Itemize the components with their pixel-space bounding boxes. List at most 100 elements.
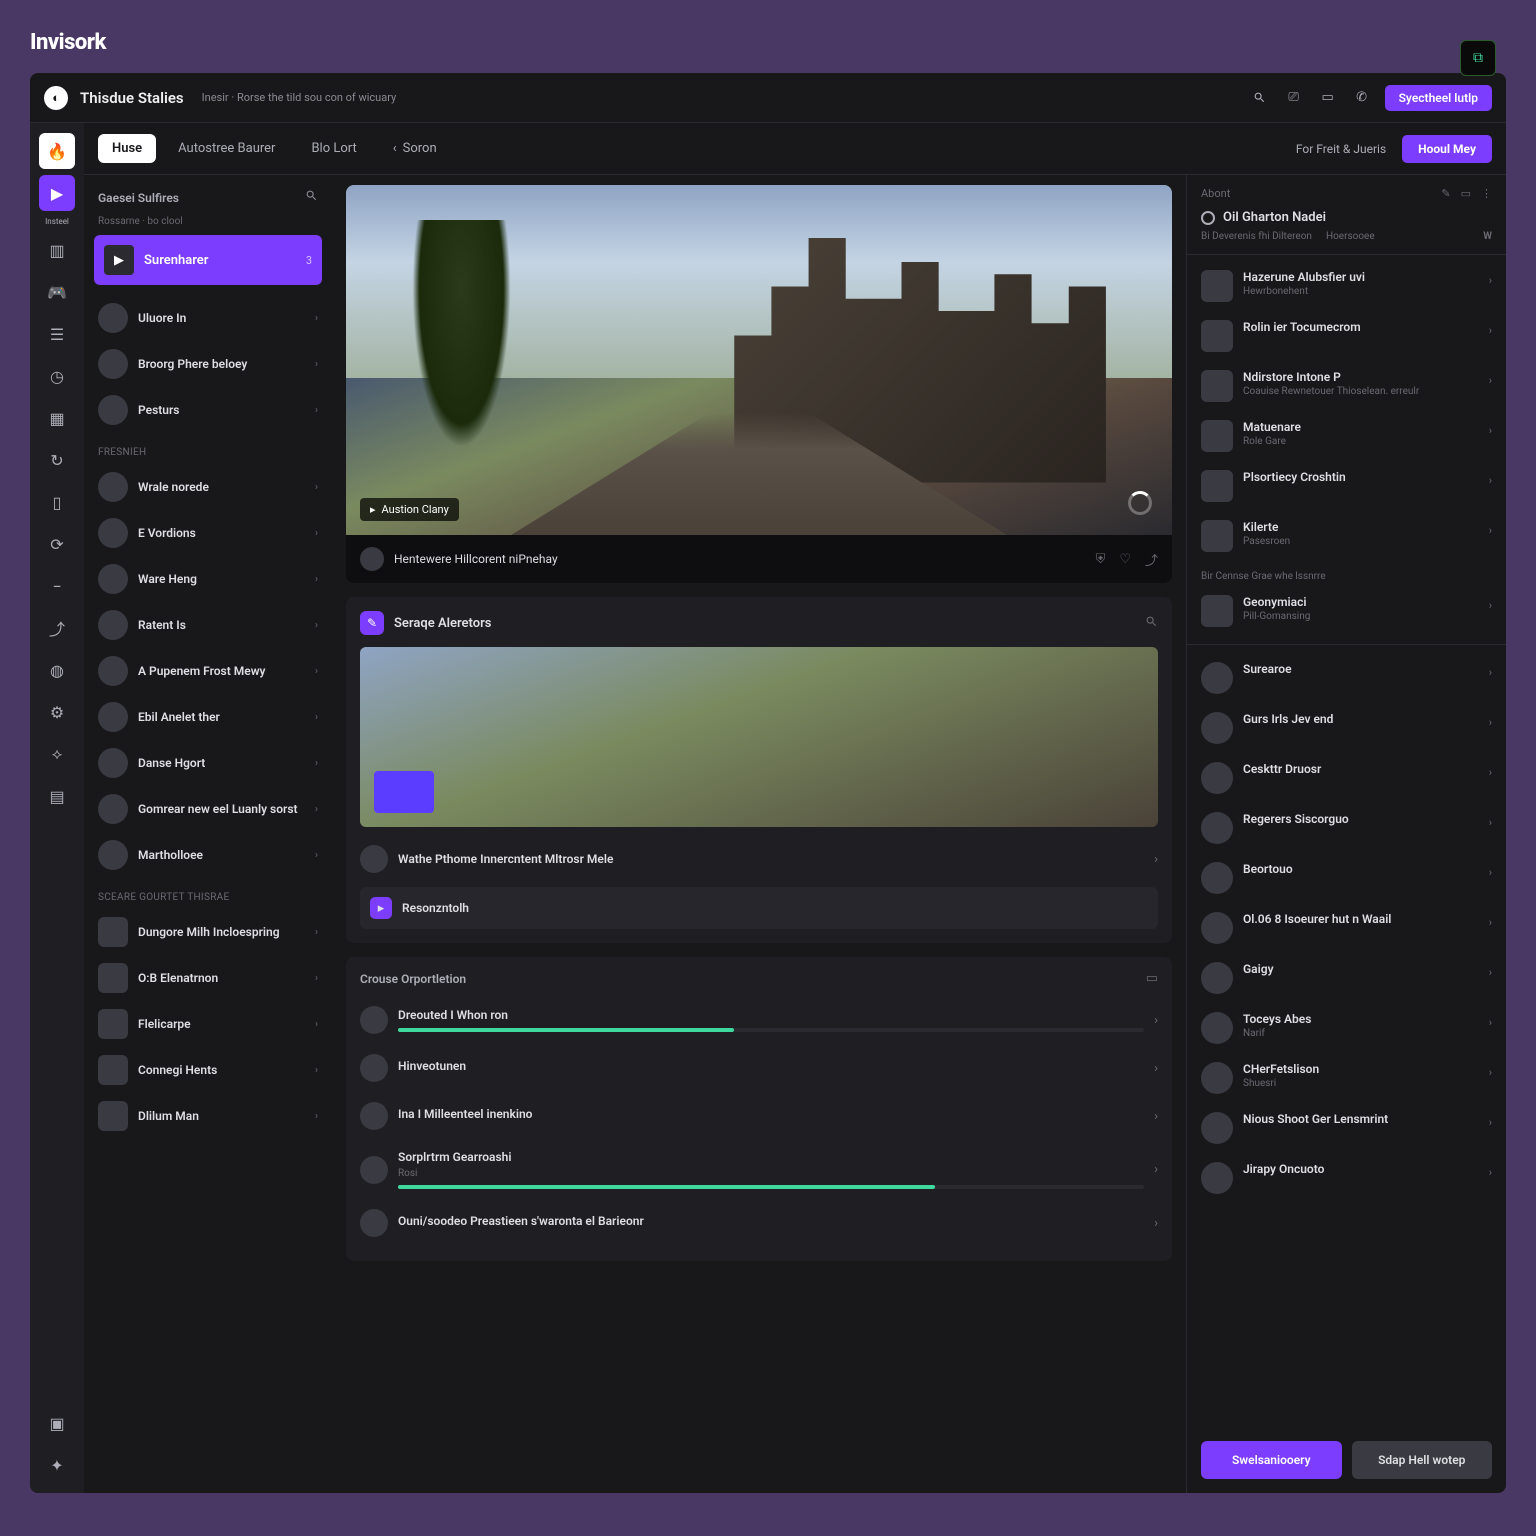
channel-item[interactable]: Uluore In ›	[84, 295, 332, 341]
rail-cog-icon[interactable]: ⚙	[39, 694, 75, 730]
tabs-link[interactable]: For Freit & Jueris	[1296, 142, 1386, 156]
right-item-avatar	[1201, 762, 1233, 794]
channel-item[interactable]: Dlilum Man ›	[84, 1093, 332, 1139]
progress-row[interactable]: Dreouted I Whon ron ›	[360, 996, 1158, 1044]
tab-3[interactable]: ‹ Soron	[379, 134, 451, 163]
right-list-item[interactable]: Plsortiecy Croshtin ›	[1187, 461, 1506, 511]
rail-grid-icon[interactable]: ▦	[39, 400, 75, 436]
channel-item[interactable]: Pesturs ›	[84, 387, 332, 433]
right-list-item[interactable]: Beortouo ›	[1187, 853, 1506, 903]
rail-active-icon[interactable]: ▶	[39, 175, 75, 211]
channel-item[interactable]: Gomrear new eel Luanly sorst ›	[84, 786, 332, 832]
right-list-item[interactable]: Regerers Siscorguo ›	[1187, 803, 1506, 853]
right-list-item[interactable]: Gaigy ›	[1187, 953, 1506, 1003]
right-list-item[interactable]: Jirapy Oncuoto ›	[1187, 1153, 1506, 1203]
hero-player[interactable]: ▸ Austion Clany Hentewere Hillcorent niP…	[346, 185, 1172, 583]
right-list-item[interactable]: Nious Shoot Ger Lensmrint ›	[1187, 1103, 1506, 1153]
chevron-icon: ›	[1489, 766, 1492, 779]
right-list-item[interactable]: Gurs Irls Jev end ›	[1187, 703, 1506, 753]
right-subtab-1[interactable]: Hoersooee	[1326, 231, 1375, 242]
rail-game-icon[interactable]: 🎮	[39, 274, 75, 310]
right-list-item[interactable]: GeonymiaciPill-Gomansing ›	[1187, 586, 1506, 636]
rail-loop-icon[interactable]: ⟳	[39, 526, 75, 562]
right-list-item[interactable]: Hazerune Alubsfier uviHewrbonehent ›	[1187, 261, 1506, 311]
app-logo-icon[interactable]: ◐	[44, 86, 68, 110]
search-icon[interactable]	[1249, 87, 1271, 109]
channel-item[interactable]: Ware Heng ›	[84, 556, 332, 602]
right-top-tab[interactable]: Abont	[1201, 187, 1230, 200]
right-list-item[interactable]: MatuenareRole Gare ›	[1187, 411, 1506, 461]
share-icon[interactable]: ⤴	[1145, 550, 1158, 569]
channel-item[interactable]: Dungore Milh Incloespring ›	[84, 909, 332, 955]
right-subtab-0[interactable]: Bi Deverenis fhi Diltereon	[1201, 231, 1312, 242]
left-header: Gaesei Sulfires	[98, 191, 179, 205]
window-icon[interactable]: ▭	[1461, 187, 1471, 200]
card-box-row[interactable]: ▸ Resonzntolh	[360, 887, 1158, 929]
rail-list-icon[interactable]: ☰	[39, 316, 75, 352]
rail-globe-icon[interactable]: ◍	[39, 652, 75, 688]
rail-home-icon[interactable]: 🔥	[39, 133, 75, 169]
shield-icon[interactable]: ⛨	[1096, 552, 1106, 567]
rail-doc-icon[interactable]: ▤	[39, 778, 75, 814]
rail-clock-icon[interactable]: ◷	[39, 358, 75, 394]
right-item-avatar	[1201, 1062, 1233, 1094]
edit-icon[interactable]: ✎	[1441, 187, 1450, 200]
chevron-icon: ›	[315, 712, 318, 723]
right-list-item[interactable]: Rolin ier Tocumecrom ›	[1187, 311, 1506, 361]
channel-item[interactable]: Flelicarpe ›	[84, 1001, 332, 1047]
rail-refresh-icon[interactable]: ↻	[39, 442, 75, 478]
right-subtab-w[interactable]: W	[1483, 231, 1492, 242]
progress-row[interactable]: Sorplrtrm Gearroashi Rosi ›	[360, 1140, 1158, 1199]
rail-network-icon[interactable]: ⟡	[39, 736, 75, 772]
right-list-item[interactable]: Toceys AbesNarif ›	[1187, 1003, 1506, 1053]
progress-row[interactable]: Ina I Milleenteel inenkino ›	[360, 1092, 1158, 1140]
rail-folder-icon[interactable]: ▥	[39, 232, 75, 268]
channel-item[interactable]: E Vordions ›	[84, 510, 332, 556]
heart-icon[interactable]: ♡	[1119, 552, 1131, 567]
rail-device-icon[interactable]: ▯	[39, 484, 75, 520]
rail-star-icon[interactable]: ✦	[39, 1447, 75, 1483]
cast-icon[interactable]: ⎚	[1283, 87, 1305, 109]
titlebar-cta-button[interactable]: Syectheel lutlp	[1385, 85, 1492, 111]
right-list-item[interactable]: Ol.06 8 Isoeurer hut n Waail ›	[1187, 903, 1506, 953]
right-list-item[interactable]: Ceskttr Druosr ›	[1187, 753, 1506, 803]
channel-item[interactable]: Ebil Anelet ther ›	[84, 694, 332, 740]
right-primary-button[interactable]: Swelsaniooery	[1201, 1441, 1342, 1479]
tab-1[interactable]: Autostree Baurer	[164, 134, 289, 163]
tab-2[interactable]: Blo Lort	[297, 134, 370, 163]
card-preview-image[interactable]	[360, 647, 1158, 827]
phone-icon[interactable]: ✆	[1351, 87, 1373, 109]
expand-icon[interactable]: ▭	[1146, 971, 1158, 986]
left-search-icon[interactable]	[305, 189, 318, 206]
rail-share-icon[interactable]: ⤴	[39, 610, 75, 646]
card-row[interactable]: Wathe Pthome Innercntent Mltrosr Mele ›	[360, 839, 1158, 879]
rail-minus-icon[interactable]: −	[39, 568, 75, 604]
tab-home[interactable]: Huse	[98, 134, 156, 163]
channel-item[interactable]: Wrale norede ›	[84, 464, 332, 510]
brand-logo: Invisork	[30, 30, 1506, 55]
progress-row[interactable]: Ouni/soodeo Preastieen s'waronta el Bari…	[360, 1199, 1158, 1247]
channel-item[interactable]: O:B Elenatrnon ›	[84, 955, 332, 1001]
right-list-item[interactable]: Ndirstore Intone PCoauise Rewnetouer Thi…	[1187, 361, 1506, 411]
channel-item[interactable]: Ratent Is ›	[84, 602, 332, 648]
channel-item[interactable]: Martholloee ›	[84, 832, 332, 878]
right-section-1: Bir Cennse Grae whe lssnrre	[1187, 561, 1506, 586]
streamer-avatar[interactable]	[360, 547, 384, 571]
right-list-item[interactable]: CHerFetslisonShuesri ›	[1187, 1053, 1506, 1103]
rail-note-icon[interactable]: ▣	[39, 1405, 75, 1441]
channel-item[interactable]: A Pupenem Frost Mewy ›	[84, 648, 332, 694]
featured-channel[interactable]: ▶ Surenharer 3	[94, 235, 322, 285]
more-icon[interactable]: ⋮	[1481, 187, 1492, 200]
right-secondary-button[interactable]: Sdap Hell wotep	[1352, 1441, 1493, 1479]
tabs-cta-button[interactable]: Hooul Mey	[1402, 135, 1492, 163]
channel-item[interactable]: Danse Hgort ›	[84, 740, 332, 786]
inbox-icon[interactable]: ▭	[1317, 87, 1339, 109]
window-control-corner[interactable]: ⧉	[1460, 40, 1496, 76]
right-list-item[interactable]: KilertePasesroen ›	[1187, 511, 1506, 561]
chevron-icon: ›	[1489, 524, 1492, 537]
right-list-item[interactable]: Surearoe ›	[1187, 653, 1506, 703]
card-search-icon[interactable]	[1145, 615, 1158, 632]
channel-item[interactable]: Connegi Hents ›	[84, 1047, 332, 1093]
progress-row[interactable]: Hinveotunen ›	[360, 1044, 1158, 1092]
channel-item[interactable]: Broorg Phere beloey ›	[84, 341, 332, 387]
